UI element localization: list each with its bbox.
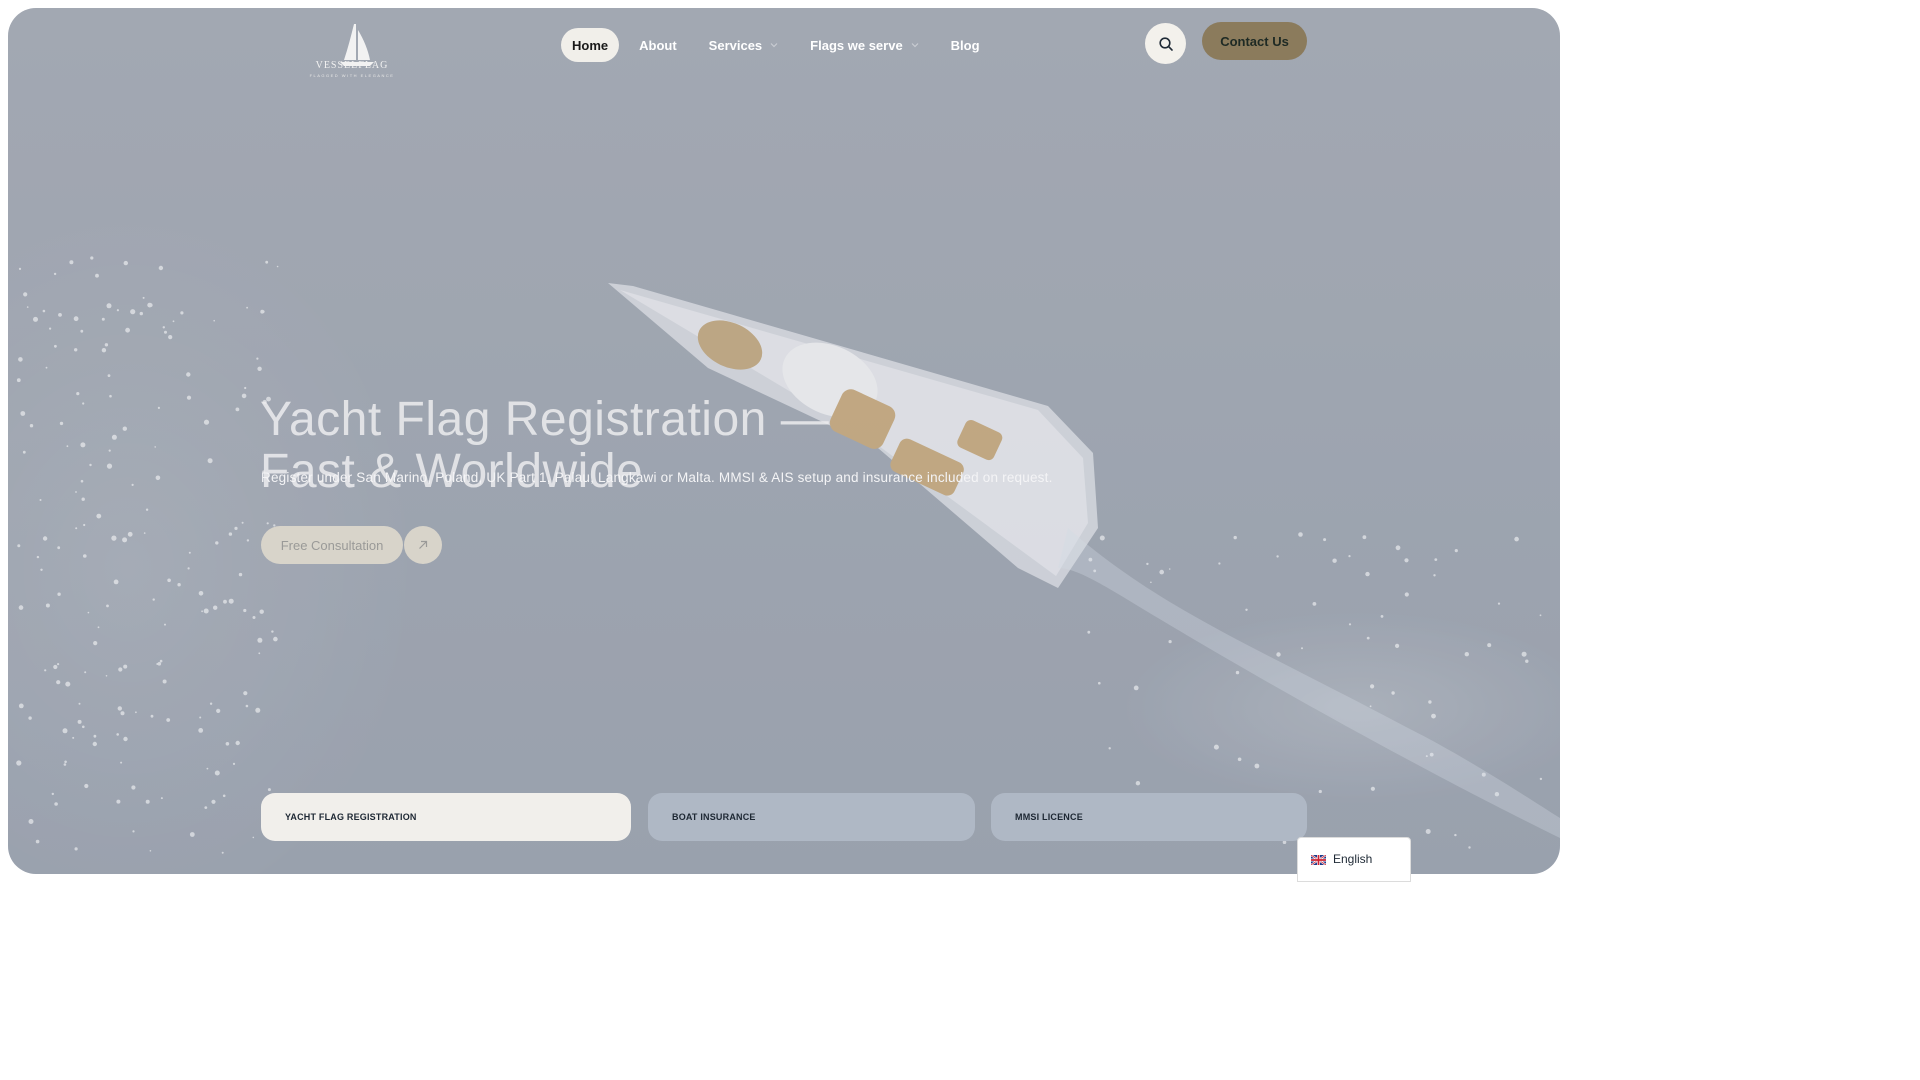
nav-item-label: Blog [950,37,980,53]
language-label: English [1333,852,1373,866]
nav-item-services[interactable]: Services [697,28,791,62]
hero-subtitle: Register under San Marino, Poland, UK Pa… [261,470,1053,485]
nav-item-about[interactable]: About [627,28,689,62]
chevron-down-icon [770,41,778,49]
logo-tagline: FLAGGED WITH ELEGANCE [309,73,395,78]
nav-item-flags[interactable]: Flags we serve [798,28,931,62]
nav-item-label: About [639,37,677,53]
cta-arrow-button[interactable] [404,526,442,564]
chevron-down-icon [911,41,919,49]
hero-title-line-1: Yacht Flag Registration — [260,393,830,446]
yacht-image [608,283,1560,838]
tab-boat-insurance[interactable]: BOAT INSURANCE [648,793,975,841]
language-switcher[interactable]: English [1297,837,1411,882]
tab-mmsi-licence[interactable]: MMSI LICENCE [991,793,1307,841]
free-consultation-button[interactable]: Free Consultation [261,526,403,564]
main-nav: Home About Services Flags we serve Blog [561,28,1000,62]
nav-item-label: Flags we serve [810,37,903,53]
hero-section: VESSELFLAG FLAGGED WITH ELEGANCE Home Ab… [8,8,1560,874]
search-button[interactable] [1145,23,1186,64]
nav-item-home[interactable]: Home [561,28,620,62]
nav-item-blog[interactable]: Blog [939,28,992,62]
cta-group: Free Consultation [261,526,442,564]
contact-button[interactable]: Contact Us [1202,22,1307,60]
arrow-up-right-icon [419,540,428,549]
nav-item-label: Home [572,37,609,53]
tab-yacht-flag-registration[interactable]: YACHT FLAG REGISTRATION [261,793,631,841]
logo-name: VESSELFLAG [315,60,389,71]
uk-flag-icon [1311,855,1326,865]
search-icon [1158,36,1173,51]
logo[interactable]: VESSELFLAG FLAGGED WITH ELEGANCE [304,16,400,86]
nav-item-label: Services [708,37,763,53]
